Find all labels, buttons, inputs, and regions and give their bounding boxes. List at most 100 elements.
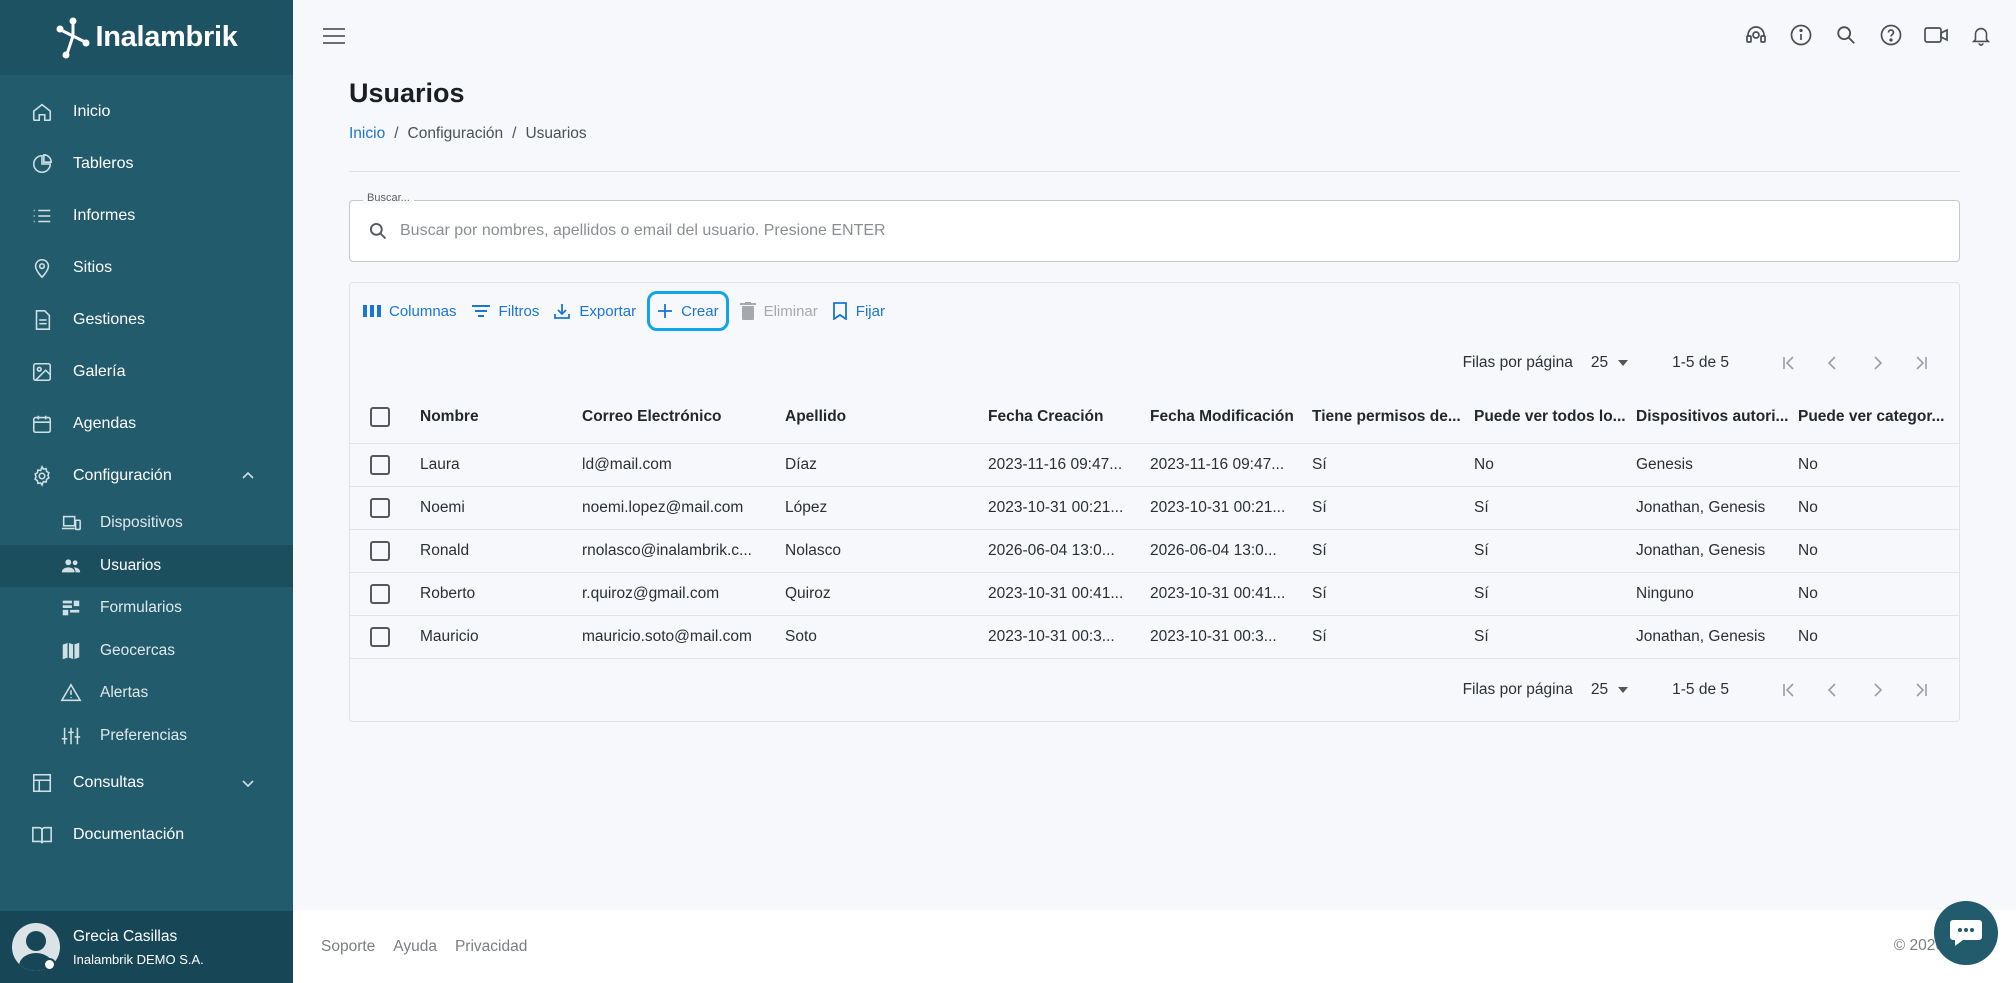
pin-label: Fijar bbox=[855, 302, 885, 320]
sidebar-item-documentacion[interactable]: Documentación bbox=[0, 809, 293, 861]
pin-button[interactable]: Fijar bbox=[825, 291, 892, 331]
sidebar-nav-bottom: Consultas Documentación bbox=[0, 757, 293, 861]
sidebar-item-dispositivos[interactable]: Dispositivos bbox=[0, 502, 293, 545]
bookmark-icon bbox=[832, 302, 847, 320]
column-header[interactable]: Apellido bbox=[785, 391, 988, 443]
sidebar-item-label: Documentación bbox=[73, 826, 185, 843]
column-header[interactable]: Tiene permisos de... bbox=[1312, 391, 1474, 443]
next-page-icon[interactable] bbox=[1863, 676, 1891, 704]
table-cell: Sí bbox=[1474, 627, 1489, 645]
pagination-bottom: Filas por página 25 1-5 de 5 bbox=[350, 659, 1959, 721]
table-cell: Sí bbox=[1312, 627, 1327, 645]
first-page-icon[interactable] bbox=[1775, 349, 1803, 377]
document-icon bbox=[30, 308, 54, 332]
table-cell: Sí bbox=[1474, 584, 1489, 602]
export-button[interactable]: Exportar bbox=[546, 291, 643, 331]
last-page-icon[interactable] bbox=[1907, 676, 1935, 704]
next-page-icon[interactable] bbox=[1863, 349, 1891, 377]
rows-per-page-select[interactable]: 25 bbox=[1591, 681, 1629, 699]
table-cell: Sí bbox=[1312, 498, 1327, 516]
column-header[interactable]: Correo Electrónico bbox=[582, 391, 785, 443]
table-row[interactable]: Laura ld@mail.com Díaz 2023-11-16 09:47... 2… bbox=[350, 443, 1959, 486]
search-icon[interactable] bbox=[1833, 22, 1859, 48]
first-page-icon[interactable] bbox=[1775, 676, 1803, 704]
sidebar-item-gestiones[interactable]: Gestiones bbox=[0, 294, 293, 346]
info-icon[interactable] bbox=[1788, 22, 1814, 48]
user-profile[interactable]: Grecia Casillas Inalambrik DEMO S.A. bbox=[0, 911, 293, 983]
footer-link-help[interactable]: Ayuda bbox=[393, 938, 437, 956]
create-button[interactable]: Crear bbox=[647, 291, 729, 331]
table-row[interactable]: Ronald rnolasco@inalambrik.c... Nolasco 202… bbox=[350, 529, 1959, 572]
pagination-top: Filas por página 25 1-5 de 5 bbox=[350, 335, 1959, 391]
help-icon[interactable] bbox=[1878, 22, 1904, 48]
chat-icon bbox=[1950, 920, 1982, 946]
filters-button[interactable]: Filtros bbox=[464, 291, 547, 331]
column-header[interactable]: Nombre bbox=[420, 391, 582, 443]
row-checkbox[interactable] bbox=[370, 626, 390, 647]
video-icon[interactable] bbox=[1923, 22, 1949, 48]
sidebar-item-label: Consultas bbox=[73, 774, 145, 791]
select-all-checkbox[interactable] bbox=[370, 406, 390, 427]
logo[interactable]: Inalambrik bbox=[0, 0, 293, 75]
delete-button[interactable]: Eliminar bbox=[733, 291, 825, 331]
users-grid: Columnas Filtros Exportar Crear Eliminar… bbox=[349, 282, 1960, 722]
table-cell: Ronald bbox=[420, 541, 470, 559]
row-checkbox[interactable] bbox=[370, 540, 390, 561]
prev-page-icon[interactable] bbox=[1819, 676, 1847, 704]
table-cell: Roberto bbox=[420, 584, 476, 602]
column-header[interactable]: Puede ver categor... bbox=[1798, 391, 1959, 443]
rows-per-page-select[interactable]: 25 bbox=[1590, 354, 1629, 372]
table-row[interactable]: Noemi noemi.lopez@mail.com López 2023-10-31… bbox=[350, 486, 1959, 529]
sidebar-item-preferencias[interactable]: Preferencias bbox=[0, 715, 293, 758]
sidebar-item-label: Agendas bbox=[73, 415, 137, 432]
sidebar-item-alertas[interactable]: Alertas bbox=[0, 672, 293, 715]
table-cell: Ninguno bbox=[1636, 584, 1694, 602]
sidebar-item-sitios[interactable]: Sitios bbox=[0, 242, 293, 294]
sidebar-item-label: Sitios bbox=[73, 259, 113, 276]
column-header[interactable]: Puede ver todos lo... bbox=[1474, 391, 1636, 443]
chat-button[interactable] bbox=[1934, 901, 1998, 965]
sidebar-item-geocercas[interactable]: Geocercas bbox=[0, 630, 293, 673]
table-row[interactable]: Mauricio mauricio.soto@mail.com Soto 2023-1… bbox=[350, 615, 1959, 658]
sidebar-item-galeria[interactable]: Galería bbox=[0, 346, 293, 398]
plus-icon bbox=[658, 304, 673, 318]
row-checkbox[interactable] bbox=[370, 583, 390, 604]
rows-per-page-value: 25 bbox=[1590, 354, 1609, 371]
sidebar-item-formularios[interactable]: Formularios bbox=[0, 587, 293, 630]
sidebar-item-tableros[interactable]: Tableros bbox=[0, 138, 293, 190]
logo-mark-icon bbox=[56, 17, 90, 58]
column-header[interactable]: Fecha Modificación bbox=[1150, 391, 1312, 443]
footer-link-support[interactable]: Soporte bbox=[321, 938, 375, 956]
last-page-icon[interactable] bbox=[1907, 349, 1935, 377]
download-icon bbox=[554, 304, 571, 319]
sidebar-item-agendas[interactable]: Agendas bbox=[0, 398, 293, 450]
search-input[interactable] bbox=[400, 222, 1959, 240]
sidebar-item-configuracion[interactable]: Configuración bbox=[0, 450, 293, 502]
table-cell: 2023-10-31 00:21... bbox=[988, 498, 1124, 516]
columns-button[interactable]: Columnas bbox=[356, 291, 464, 331]
table-cell: Díaz bbox=[785, 455, 817, 473]
breadcrumb-config[interactable]: Configuración bbox=[408, 125, 504, 143]
table-cell: mauricio.soto@mail.com bbox=[582, 627, 752, 645]
table-cell: Sí bbox=[1312, 455, 1327, 473]
column-header[interactable]: Fecha Creación bbox=[988, 391, 1150, 443]
sidebar-item-consultas[interactable]: Consultas bbox=[0, 757, 293, 809]
page-range: 1-5 de 5 bbox=[1672, 680, 1729, 698]
footer-link-privacy[interactable]: Privacidad bbox=[455, 938, 527, 956]
breadcrumb-home[interactable]: Inicio bbox=[349, 125, 385, 143]
row-checkbox[interactable] bbox=[370, 497, 390, 518]
support-agent-icon[interactable] bbox=[1743, 22, 1769, 48]
column-header[interactable]: Dispositivos autori... bbox=[1636, 391, 1798, 443]
create-label: Crear bbox=[681, 302, 719, 320]
sidebar-item-label: Galería bbox=[73, 363, 126, 380]
table-row[interactable]: Roberto r.quiroz@gmail.com Quiroz 2023-10-3… bbox=[350, 572, 1959, 615]
menu-icon[interactable] bbox=[323, 28, 345, 46]
sidebar-item-usuarios[interactable]: Usuarios bbox=[0, 544, 293, 587]
bell-icon[interactable] bbox=[1968, 22, 1994, 48]
sidebar-item-informes[interactable]: Informes bbox=[0, 190, 293, 242]
prev-page-icon[interactable] bbox=[1819, 349, 1847, 377]
table-cell: 2023-10-31 00:3... bbox=[988, 627, 1115, 645]
table-cell: Sí bbox=[1312, 584, 1327, 602]
row-checkbox[interactable] bbox=[370, 454, 390, 475]
sidebar-item-inicio[interactable]: Inicio bbox=[0, 86, 293, 138]
